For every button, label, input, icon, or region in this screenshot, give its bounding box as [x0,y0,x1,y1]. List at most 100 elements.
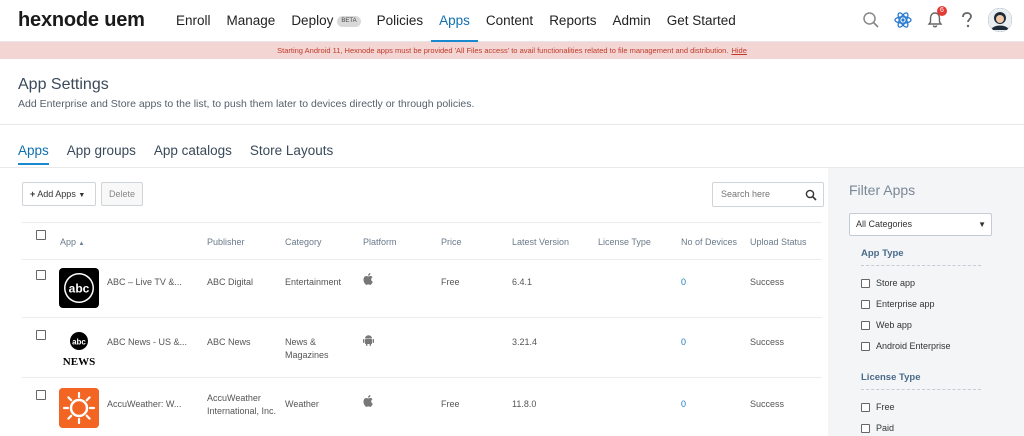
table-row[interactable]: abc ABC – Live TV &... ABC Digital Enter… [22,260,822,318]
device-count[interactable]: 0 [681,276,686,289]
nav-label: Admin [612,13,651,28]
tab-app-catalogs[interactable]: App catalogs [154,143,232,165]
col-no-of-devices[interactable]: No of Devices [681,237,737,247]
nav-enroll[interactable]: Enroll [168,0,219,42]
nav-manage[interactable]: Manage [219,0,284,42]
filter-free[interactable]: Free [861,402,895,412]
col-platform[interactable]: Platform [363,237,397,247]
bell-icon[interactable]: 6 [924,6,947,31]
app-name[interactable]: AccuWeather: W... [107,398,181,411]
option-label: Store app [876,278,916,288]
add-apps-button[interactable]: + Add Apps ▼ [22,182,96,206]
checkbox[interactable] [861,320,870,330]
table-row[interactable]: AccuWeather: W... AccuWeather Internatio… [22,378,822,436]
latest-version: 11.8.0 [512,399,537,409]
app-name[interactable]: ABC – Live TV &... [107,276,182,289]
upload-status: Success [750,337,785,347]
col-latest-version[interactable]: Latest Version [512,237,569,247]
price: Free [441,277,460,287]
banner-hide-link[interactable]: Hide [731,46,746,55]
nav-admin[interactable]: Admin [604,0,658,42]
nav-content[interactable]: Content [478,0,541,42]
apps-content: + Add Apps ▼ Delete App ▲ Publisher Cate… [0,168,841,436]
col-label: App [60,237,77,247]
caret-down-icon: ▼ [78,192,86,199]
col-license-type[interactable]: License Type [598,237,651,247]
logo[interactable]: hexnode uem [18,9,145,32]
nav-get-started[interactable]: Get Started [659,0,744,42]
category-select[interactable]: All Categories ▼ [849,213,992,236]
tab-store-layouts[interactable]: Store Layouts [250,143,333,165]
col-publisher[interactable]: Publisher [207,237,245,247]
upload-status: Success [750,399,785,409]
user-avatar[interactable] [988,8,1012,32]
table-header: App ▲ Publisher Category Platform Price … [22,222,841,260]
row-checkbox[interactable] [36,390,46,400]
checkbox[interactable] [861,341,870,351]
nav-label: Apps [439,13,470,28]
category: News & Magazines [285,337,329,360]
device-count[interactable]: 0 [681,398,686,411]
search-input[interactable] [721,189,801,199]
tab-app-groups[interactable]: App groups [67,143,136,165]
col-app[interactable]: App ▲ [60,237,84,247]
checkbox[interactable] [861,402,870,412]
android-icon [363,334,374,350]
device-count[interactable]: 0 [681,336,686,349]
nav-label: Enroll [176,13,211,28]
select-all-checkbox[interactable] [36,230,46,240]
checkbox[interactable] [861,299,870,309]
license-type-heading: License Type [861,372,921,383]
filter-android-enterprise[interactable]: Android Enterprise [861,341,951,351]
category-select-value: All Categories [856,219,913,229]
app-type-heading: App Type [861,248,904,259]
nav-policies[interactable]: Policies [369,0,432,42]
search-icon[interactable] [860,9,882,31]
latest-version: 3.21.4 [512,337,538,347]
checkbox[interactable] [861,423,870,433]
android-11-banner: Starting Android 11, Hexnode apps must b… [0,42,1024,59]
nav-label: Reports [549,13,597,28]
top-icons: 6 [860,6,1012,32]
app-tabs: Apps App groups App catalogs Store Layou… [18,143,333,165]
accuweather-app-icon [59,388,99,428]
col-upload-status[interactable]: Upload Status [750,237,807,247]
category: Entertainment [285,277,342,287]
filter-store-app[interactable]: Store app [861,278,915,288]
notification-count: 6 [937,6,947,16]
app-name[interactable]: ABC News - US &... [107,336,187,349]
help-icon[interactable] [956,9,978,31]
nav-apps[interactable]: Apps [431,0,478,43]
svg-text:abc: abc [72,338,86,347]
row-checkbox[interactable] [36,330,46,340]
upload-status: Success [750,277,785,287]
abc-news-app-icon: abc NEWS [59,328,99,368]
svg-text:abc: abc [69,282,90,296]
col-price[interactable]: Price [441,237,462,247]
delete-button[interactable]: Delete [101,182,143,206]
nav-deploy[interactable]: Deploy BETA [283,0,368,42]
filter-paid[interactable]: Paid [861,423,894,433]
plus-icon: + [30,189,36,199]
nav-reports[interactable]: Reports [541,0,604,42]
row-checkbox[interactable] [36,270,46,280]
nav-label: Get Started [666,13,736,28]
nav-label: Policies [376,13,424,28]
latest-version: 6.4.1 [512,277,533,287]
table-row[interactable]: abc NEWS ABC News - US &... ABC News News… [22,318,822,378]
sort-asc-icon: ▲ [78,241,85,247]
col-category[interactable]: Category [285,237,322,247]
top-navbar: hexnode uem Enroll Manage Deploy BETA Pol… [0,0,1024,43]
search-icon[interactable] [805,188,817,206]
filter-enterprise-app[interactable]: Enterprise app [861,299,935,309]
filter-web-app[interactable]: Web app [861,320,912,330]
atom-icon[interactable] [892,9,914,31]
banner-text: Starting Android 11, Hexnode apps must b… [277,46,729,55]
page-title: App Settings [18,76,109,93]
category: Weather [285,399,319,409]
publisher: ABC News [207,337,251,347]
page-subtitle: Add Enterprise and Store apps to the lis… [18,98,475,110]
checkbox[interactable] [861,278,870,288]
publisher: AccuWeather International, Inc. [207,393,277,416]
tab-apps[interactable]: Apps [18,143,49,165]
